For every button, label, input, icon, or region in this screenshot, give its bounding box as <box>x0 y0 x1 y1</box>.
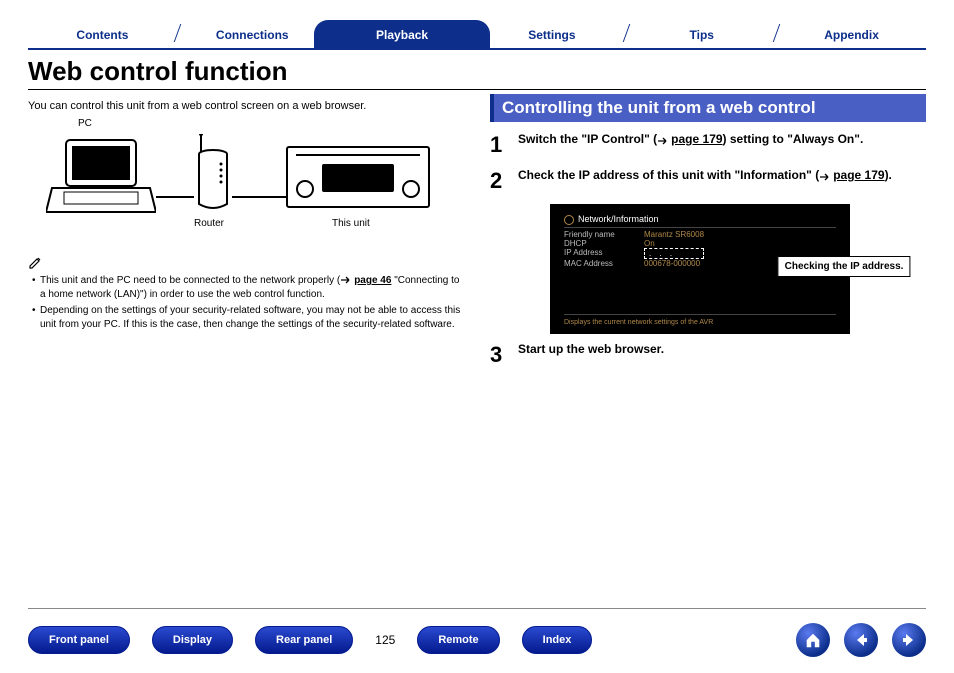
footer-rear-panel[interactable]: Rear panel <box>255 626 353 654</box>
diagram-label-pc: PC <box>78 118 92 129</box>
section-heading: Controlling the unit from a web control <box>490 94 926 122</box>
laptop-icon <box>46 138 156 216</box>
avr-unit-icon <box>286 146 430 208</box>
hand-icon <box>340 275 354 285</box>
step-3-text: Start up the web browser. <box>518 342 926 368</box>
note-icon <box>28 256 42 270</box>
step-number-1: 1 <box>490 132 508 158</box>
intro-text: You can control this unit from a web con… <box>28 100 464 112</box>
diagram-label-router: Router <box>194 218 224 229</box>
connection-diagram: PC Router <box>28 116 464 246</box>
arrow-left-icon <box>852 631 870 649</box>
link-page-179-a[interactable]: page 179 <box>671 132 722 146</box>
step-1-text: Switch the "IP Control" (page 179) setti… <box>518 132 926 158</box>
ip-callout: Checking the IP address. <box>778 256 911 277</box>
diagram-label-unit: This unit <box>332 218 370 229</box>
tab-playback[interactable]: Playback <box>328 20 477 48</box>
network-info-screenshot: Network/Information Friendly nameMarantz… <box>550 204 850 334</box>
tab-contents[interactable]: Contents <box>28 20 177 48</box>
tab-settings[interactable]: Settings <box>477 20 626 48</box>
tab-tips[interactable]: Tips <box>627 20 776 48</box>
ip-address-field: . . . <box>644 248 704 259</box>
note-item: This unit and the PC need to be connecte… <box>32 274 464 301</box>
notes-list: This unit and the PC need to be connecte… <box>28 274 464 331</box>
step-2-text: Check the IP address of this unit with "… <box>518 168 926 194</box>
home-icon <box>804 631 822 649</box>
tab-connections[interactable]: Connections <box>178 20 327 48</box>
arrow-right-icon <box>900 631 918 649</box>
footer-remote[interactable]: Remote <box>417 626 499 654</box>
router-icon <box>193 134 233 212</box>
hand-icon <box>819 171 833 181</box>
step-number-3: 3 <box>490 342 508 368</box>
tab-appendix[interactable]: Appendix <box>777 20 926 48</box>
page-title: Web control function <box>28 56 926 90</box>
globe-icon <box>564 215 574 225</box>
footer-front-panel[interactable]: Front panel <box>28 626 130 654</box>
page-number: 125 <box>375 633 395 647</box>
top-nav: Contents Connections Playback Settings T… <box>28 20 926 50</box>
step-number-2: 2 <box>490 168 508 194</box>
note-item: Depending on the settings of your securi… <box>32 304 464 331</box>
prev-button[interactable] <box>844 623 878 657</box>
footer-index[interactable]: Index <box>522 626 593 654</box>
netinfo-header: Network/Information <box>564 214 836 225</box>
home-button[interactable] <box>796 623 830 657</box>
hand-icon <box>657 135 671 145</box>
next-button[interactable] <box>892 623 926 657</box>
netinfo-footer: Displays the current network settings of… <box>564 314 836 326</box>
footer-display[interactable]: Display <box>152 626 233 654</box>
link-page-46[interactable]: page 46 <box>354 275 391 286</box>
footer-nav: Front panel Display Rear panel 125 Remot… <box>28 608 926 657</box>
link-page-179-b[interactable]: page 179 <box>833 168 884 182</box>
